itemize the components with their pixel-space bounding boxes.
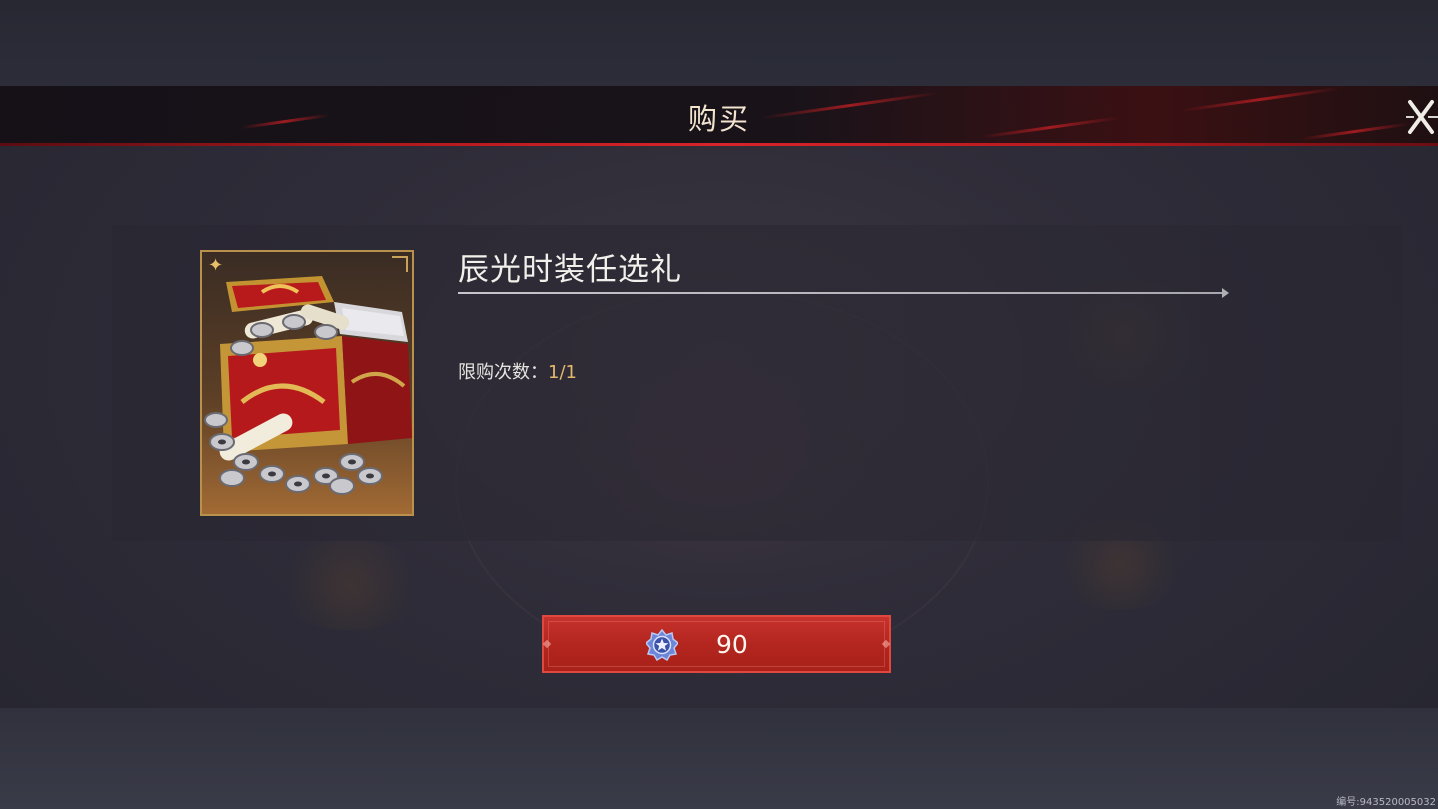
purchase-limit-value: 1/1 [548,362,577,383]
dialog-title: 购买 [687,102,750,136]
top-backdrop [0,0,1438,86]
star-gem-currency-icon [646,629,678,661]
purchase-limit-row: 限购次数：1/1 [458,358,577,384]
bottom-backdrop [0,708,1438,809]
treasure-chest-icon [204,276,412,495]
purchase-limit-label: 限购次数： [458,362,548,383]
purchase-screen: 购买 ✦ 辰光时装任选礼 限购次数：1/1 90 编号:943520005032 [0,0,1438,809]
item-image-card: ✦ [200,250,414,516]
serial-number: 编号:943520005032 [1336,797,1436,808]
item-name-divider [458,292,1224,294]
close-button[interactable] [1404,96,1438,138]
close-x-icon [1406,100,1438,134]
buy-button[interactable]: 90 [542,615,891,673]
background-glow [270,540,430,630]
item-name: 辰光时装任选礼 [458,252,682,288]
price-value: 90 [716,630,748,659]
divider-arrow-icon [1222,288,1229,298]
title-underline [0,143,1438,146]
